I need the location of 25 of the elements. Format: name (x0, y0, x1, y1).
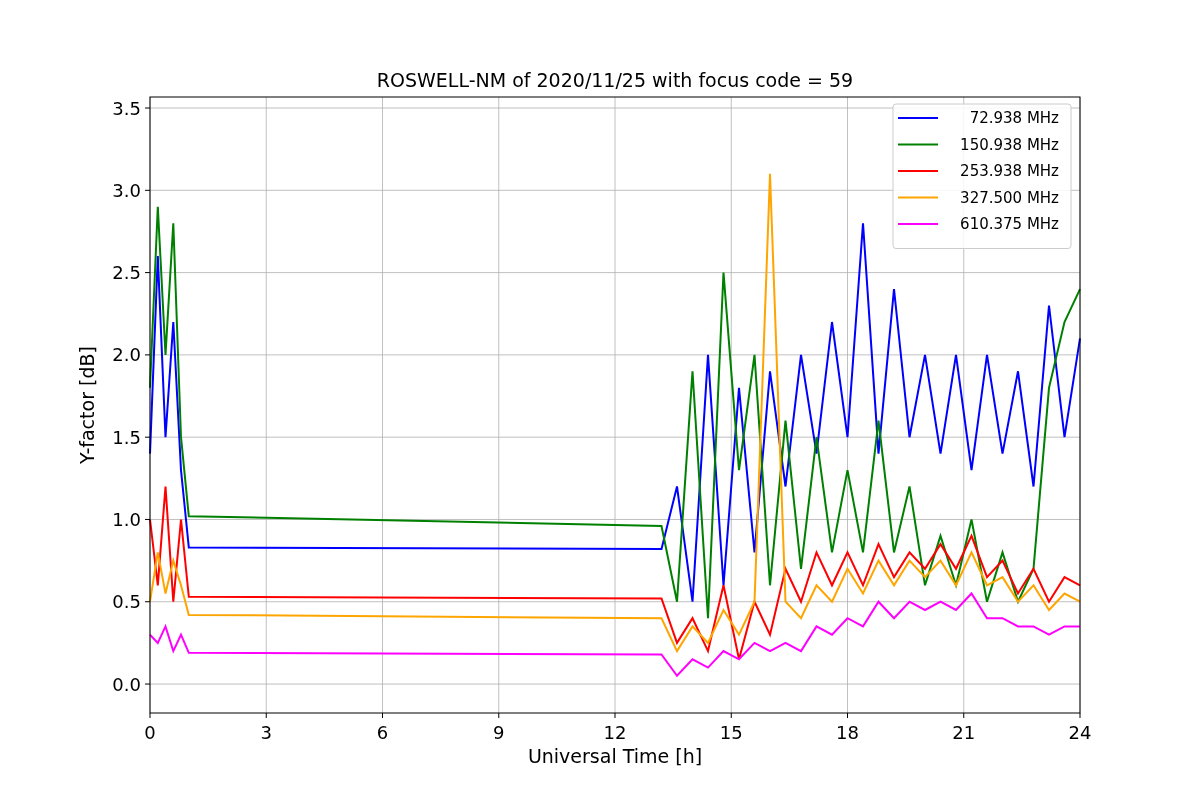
x-tick-label: 24 (1068, 722, 1092, 743)
legend-label: 150.938 MHz (960, 135, 1059, 154)
y-tick-label: 0.0 (112, 673, 141, 695)
x-tick-label: 3 (260, 722, 272, 743)
y-tick-label: 0.5 (112, 591, 141, 613)
x-tick-label: 0 (144, 722, 156, 743)
y-tick-label: 1.5 (112, 426, 141, 448)
y-axis-label: Y-factor [dB] (76, 346, 98, 464)
chart-title: ROSWELL-NM of 2020/11/25 with focus code = 59 (376, 69, 854, 91)
legend-label: 610.375 MHz (960, 215, 1059, 233)
legend-label: 72.938 MHz (969, 109, 1059, 127)
x-tick-label: 6 (376, 722, 389, 743)
x-tick-label: 21 (952, 722, 976, 743)
legend-label: 253.938 MHz (960, 162, 1059, 180)
y-tick-label: 2.5 (112, 262, 141, 284)
x-tick-label: 12 (603, 722, 627, 743)
x-tick-label: 15 (719, 722, 743, 743)
y-tick-label: 3.0 (112, 179, 141, 201)
x-tick-label: 9 (493, 722, 505, 743)
legend-label: 327.500 MHz (960, 188, 1059, 207)
y-tick-label: 2.0 (112, 344, 141, 366)
x-tick-label: 18 (836, 722, 859, 743)
y-tick-label: 1.0 (112, 508, 141, 530)
y-tick-label: 3.5 (112, 97, 141, 119)
x-axis-label: Universal Time [h] (527, 745, 703, 767)
